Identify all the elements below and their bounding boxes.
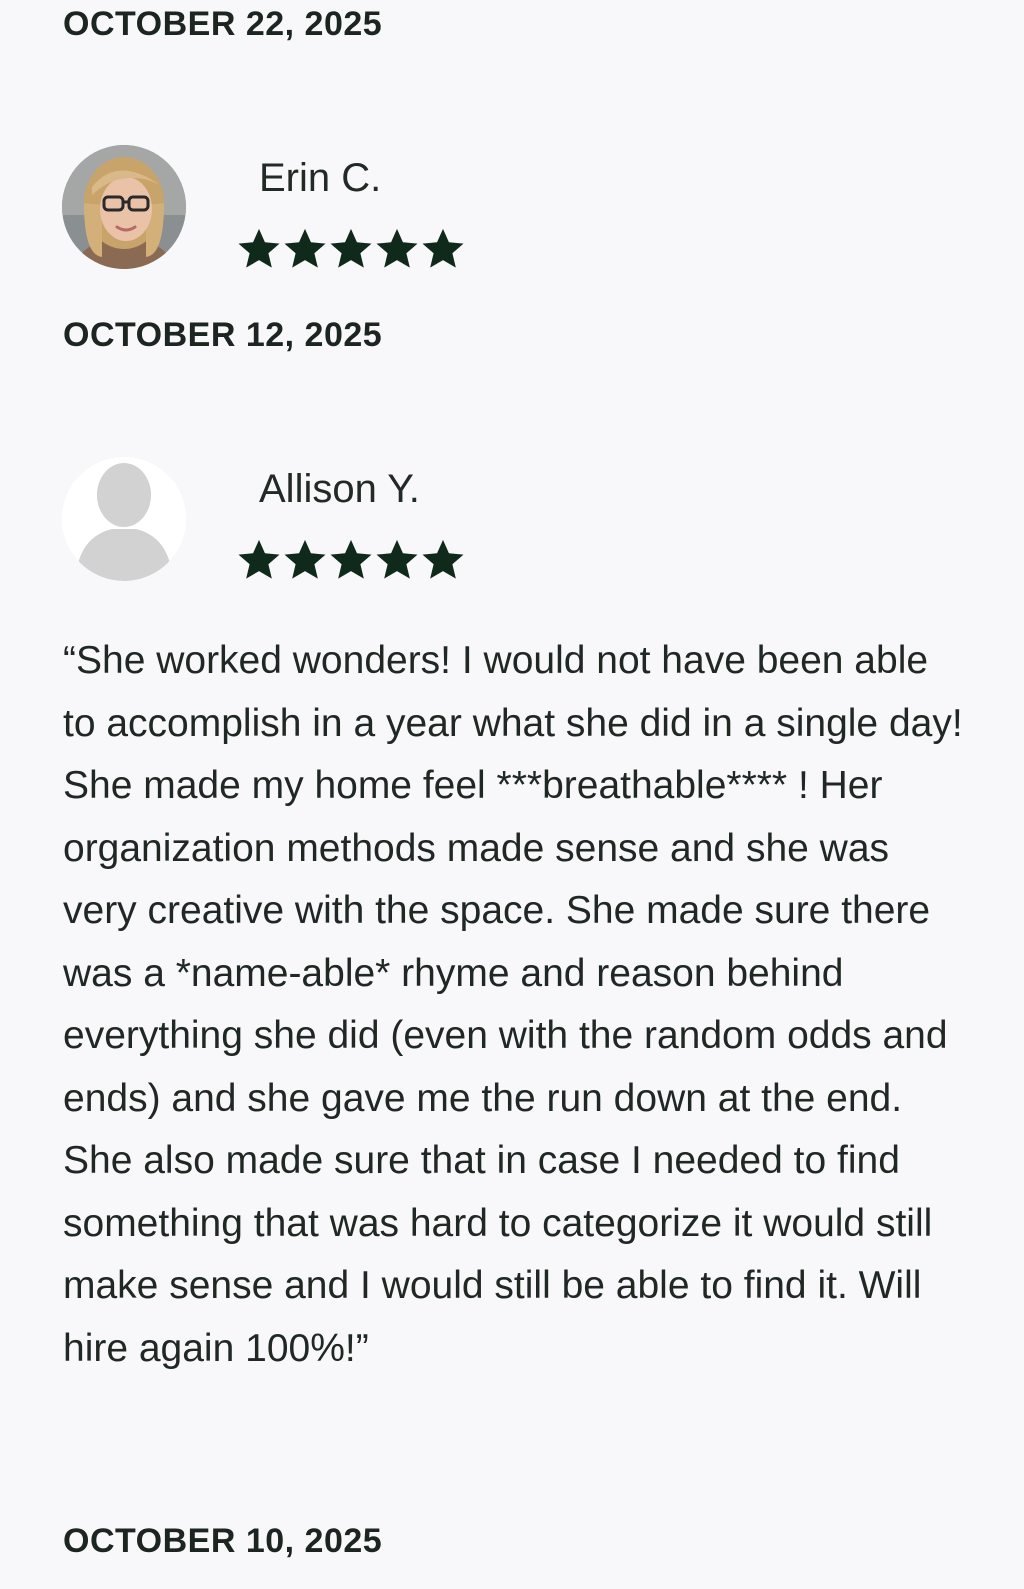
star-icon xyxy=(330,228,372,268)
review-text: “She worked wonders! I would not have be… xyxy=(63,639,963,1370)
star-icon xyxy=(422,228,464,268)
placeholder-person-icon xyxy=(62,457,186,581)
star-rating xyxy=(236,226,466,272)
star-icon xyxy=(422,539,464,579)
star-icon xyxy=(238,539,280,579)
review-date: OCTOBER 10, 2025 xyxy=(63,1522,383,1560)
star-icon xyxy=(376,228,418,268)
reviewer-avatar-placeholder xyxy=(62,457,186,581)
review-date: OCTOBER 22, 2025 xyxy=(63,5,383,43)
avatar-photo-icon xyxy=(62,145,186,269)
star-icon xyxy=(238,228,280,268)
star-icon xyxy=(284,539,326,579)
reviewer-avatar-photo xyxy=(62,145,186,269)
reviewer-name: Erin C. xyxy=(259,156,382,200)
star-icon xyxy=(284,228,326,268)
star-rating xyxy=(236,537,466,583)
review-date: OCTOBER 12, 2025 xyxy=(63,316,383,354)
star-icon xyxy=(376,539,418,579)
reviewer-name: Allison Y. xyxy=(259,467,420,511)
star-icon xyxy=(330,539,372,579)
